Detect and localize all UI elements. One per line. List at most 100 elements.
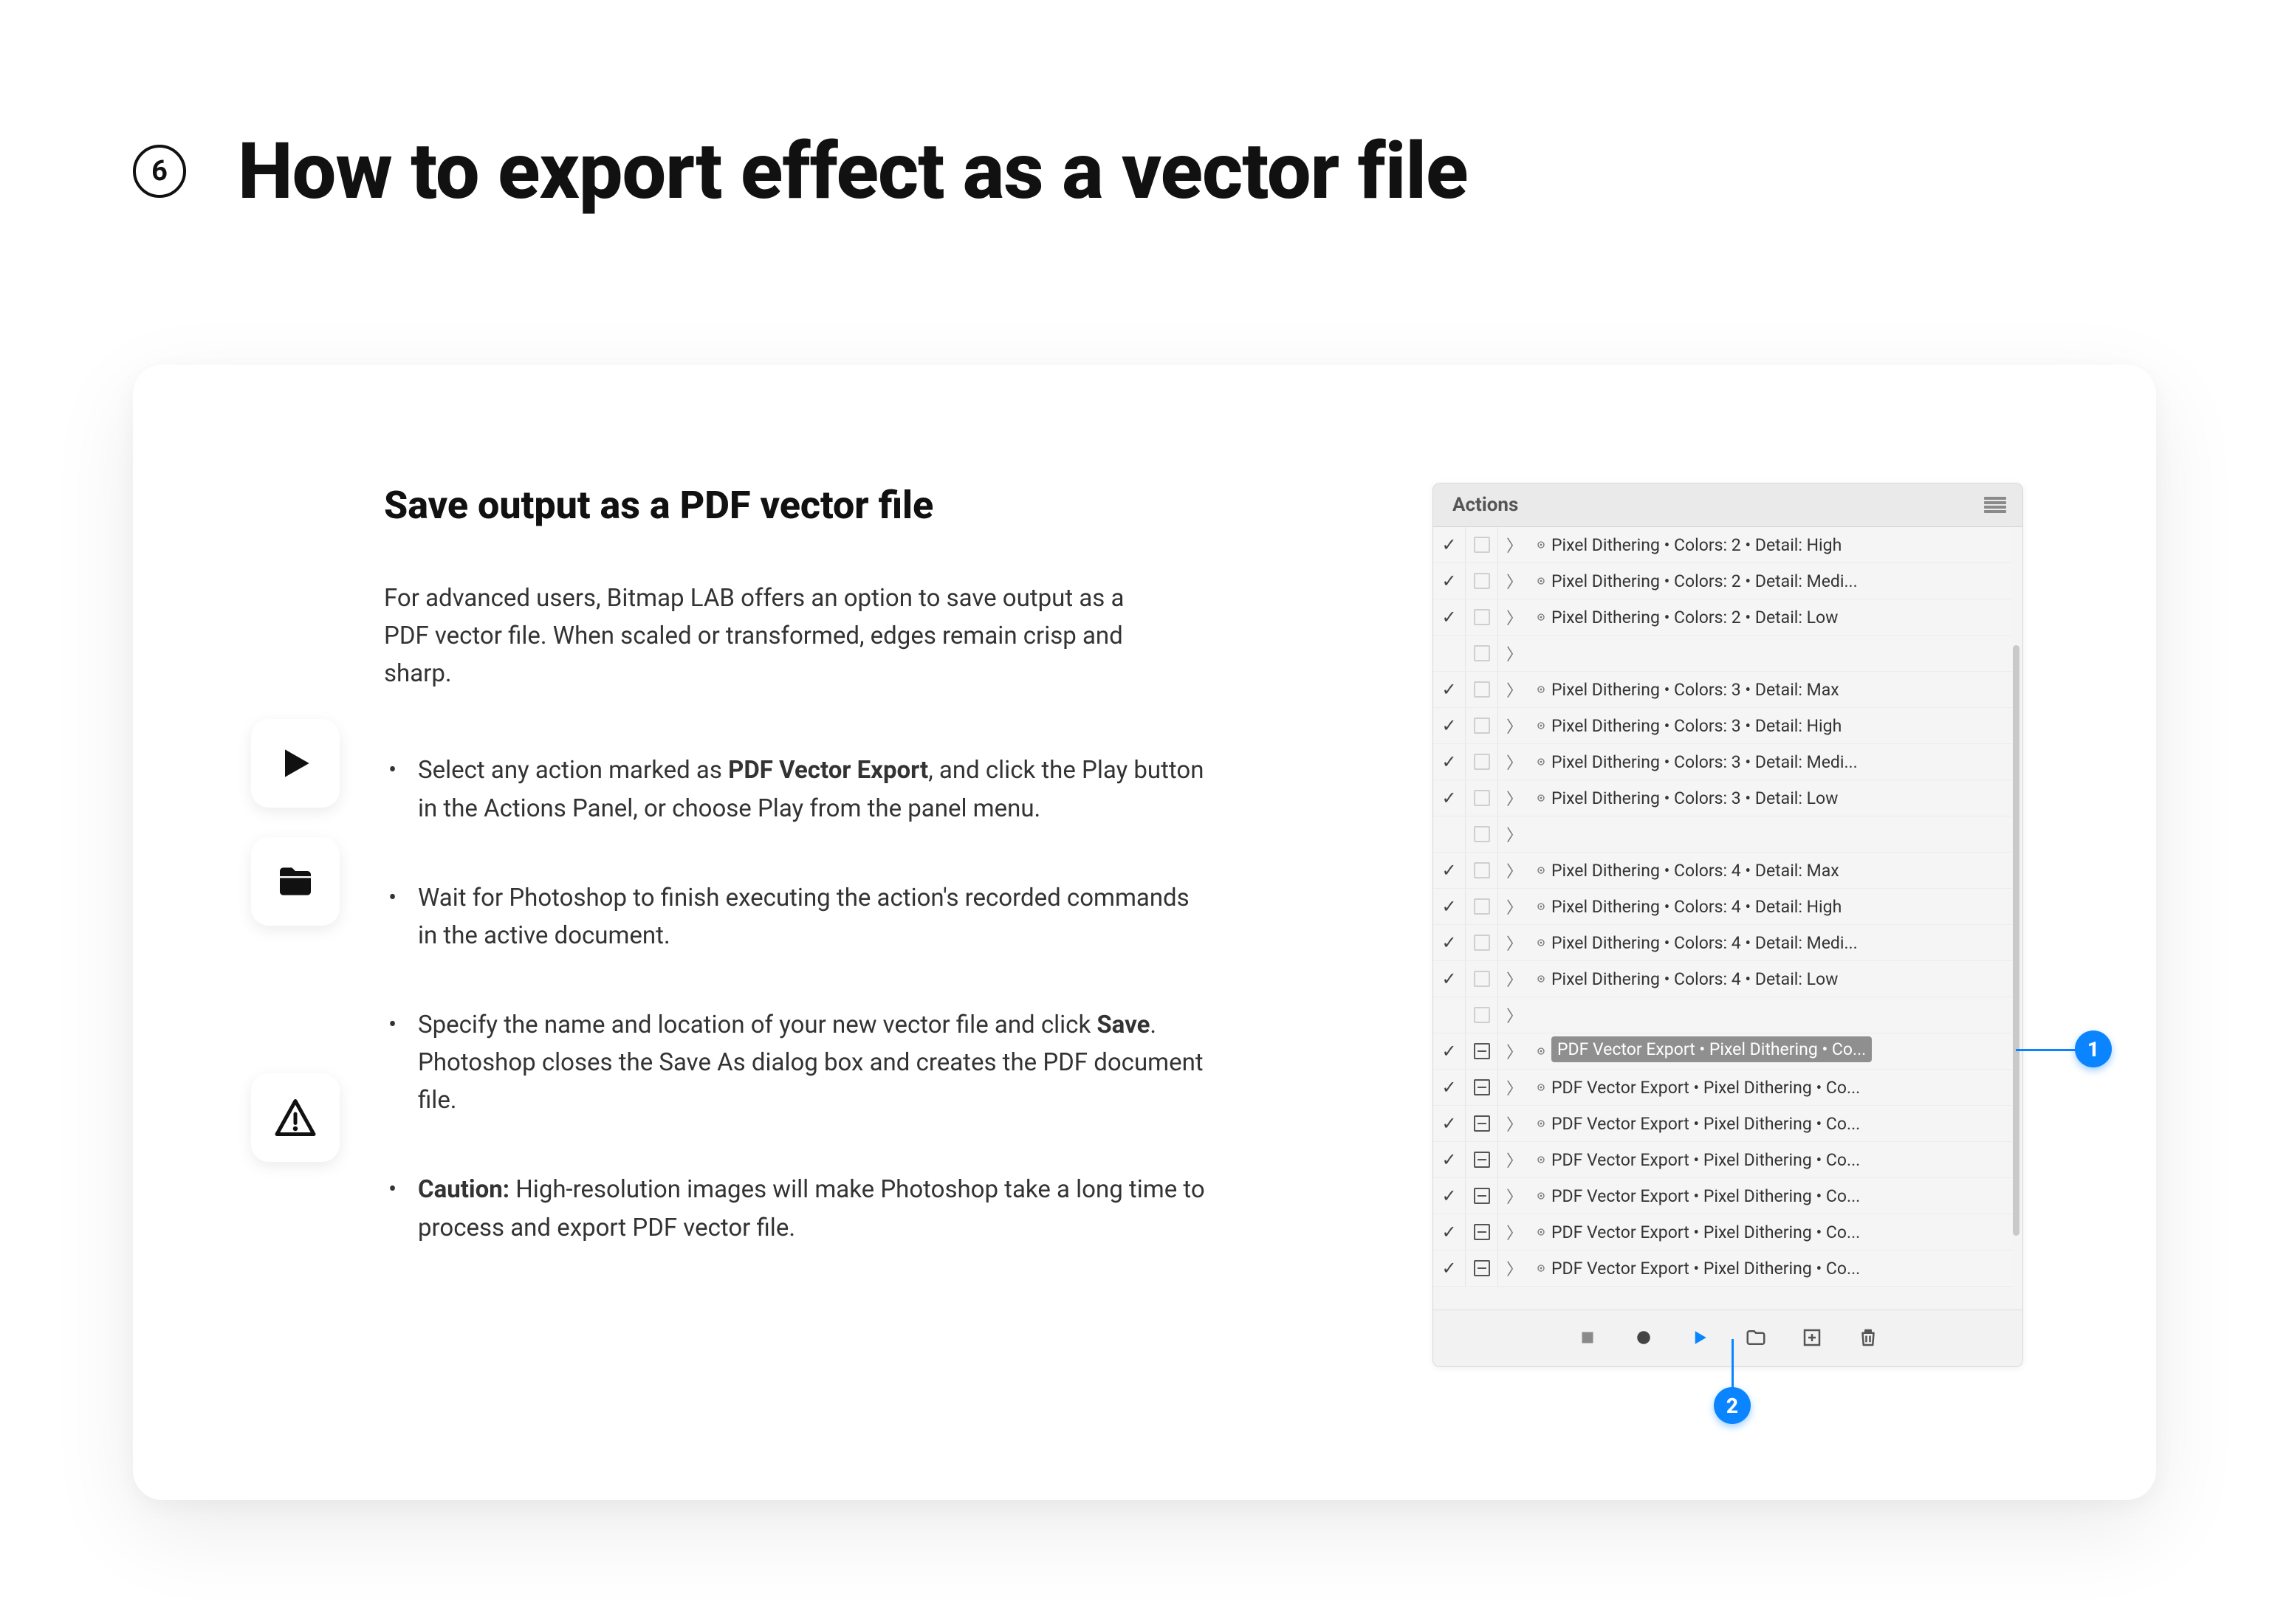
callout-badge-2: 2	[1714, 1387, 1751, 1424]
chevron-right-icon[interactable]: 〉	[1498, 822, 1531, 846]
action-row[interactable]: ✓ 〉 Pixel Dithering • Colors: 3 • Detail: …	[1433, 708, 2012, 744]
dialog-toggle[interactable]	[1466, 708, 1498, 743]
dialog-toggle[interactable]	[1466, 925, 1498, 960]
chevron-right-icon[interactable]: 〉	[1498, 931, 1531, 954]
dialog-toggle[interactable]	[1466, 1106, 1498, 1141]
dialog-toggle[interactable]	[1466, 1250, 1498, 1286]
chevron-right-icon[interactable]: 〉	[1498, 714, 1531, 737]
action-target-icon	[1531, 1114, 1551, 1134]
toggle-check[interactable]: ✓	[1433, 1214, 1466, 1250]
record-button[interactable]	[1631, 1325, 1656, 1350]
action-row[interactable]: ✓ 〉 PDF Vector Export • Pixel Dithering • …	[1433, 1178, 2012, 1214]
delete-button[interactable]	[1856, 1325, 1881, 1350]
dialog-toggle[interactable]	[1466, 563, 1498, 599]
chevron-right-icon[interactable]: 〉	[1498, 1039, 1531, 1063]
chevron-right-icon[interactable]: 〉	[1498, 1148, 1531, 1171]
chevron-right-icon[interactable]: 〉	[1498, 1076, 1531, 1099]
action-row[interactable]: ✓〉Pixel Dithering • Colors: 3 • Detail: …	[1433, 672, 2012, 708]
dialog-toggle[interactable]	[1466, 1070, 1498, 1105]
action-row[interactable]: ✓〉PDF Vector Export • Pixel Dithering • …	[1433, 1142, 2012, 1178]
dialog-toggle[interactable]	[1466, 961, 1498, 997]
action-row[interactable]: ✓〉PDF Vector Export • Pixel Dithering • …	[1433, 1033, 2012, 1070]
action-row[interactable]: ✓〉Pixel Dithering • Colors: 2 • Detail: …	[1433, 599, 2012, 636]
chevron-right-icon[interactable]: 〉	[1498, 569, 1531, 593]
toggle-check[interactable]: ✓	[1433, 1106, 1466, 1141]
action-row[interactable]: ✓〉PDF Vector Export • Pixel Dithering • …	[1433, 1214, 2012, 1250]
chevron-right-icon[interactable]: 〉	[1498, 750, 1531, 774]
chevron-right-icon[interactable]: 〉	[1498, 967, 1531, 991]
toggle-check[interactable]: ✓	[1433, 780, 1466, 816]
chevron-right-icon[interactable]: 〉	[1498, 859, 1531, 882]
dialog-toggle[interactable]	[1466, 599, 1498, 635]
toggle-check[interactable]: ✓	[1433, 961, 1466, 997]
action-row[interactable]: ✓〉PDF Vector Export • Pixel Dithering • …	[1433, 1250, 2012, 1287]
action-row[interactable]: ✓〉Pixel Dithering • Colors: 4 • Detail: …	[1433, 853, 2012, 889]
chevron-right-icon[interactable]: 〉	[1498, 1184, 1531, 1208]
stop-button[interactable]	[1575, 1325, 1600, 1350]
toggle-check[interactable]: ✓	[1433, 853, 1466, 888]
new-action-button[interactable]	[1799, 1325, 1825, 1350]
dialog-toggle[interactable]	[1466, 889, 1498, 924]
toggle-check[interactable]: ✓	[1433, 1142, 1466, 1177]
chevron-right-icon[interactable]: 〉	[1498, 786, 1531, 810]
chevron-right-icon[interactable]: 〉	[1498, 678, 1531, 701]
play-button[interactable]	[1687, 1325, 1712, 1350]
toggle-check[interactable]: ✓	[1433, 599, 1466, 635]
scrollbar[interactable]	[2013, 645, 2019, 1236]
toggle-check[interactable]	[1433, 997, 1466, 1033]
chevron-right-icon[interactable]: 〉	[1498, 1003, 1531, 1027]
step-item-3: Specify the name and location of your ne…	[384, 1006, 1211, 1119]
dialog-toggle[interactable]	[1466, 1033, 1498, 1069]
chevron-right-icon[interactable]: 〉	[1498, 533, 1531, 557]
toggle-check[interactable]	[1433, 636, 1466, 671]
action-row[interactable]: ✓〉Pixel Dithering • Colors: 3 • Detail: …	[1433, 744, 2012, 780]
chevron-right-icon[interactable]: 〉	[1498, 641, 1531, 665]
dialog-toggle[interactable]	[1466, 744, 1498, 780]
action-target-icon	[1531, 608, 1551, 627]
chevron-right-icon[interactable]: 〉	[1498, 895, 1531, 918]
toggle-check[interactable]: ✓	[1433, 563, 1466, 599]
action-row[interactable]: ✓〉PDF Vector Export • Pixel Dithering • …	[1433, 1106, 2012, 1142]
chevron-right-icon[interactable]: 〉	[1498, 1220, 1531, 1244]
action-row[interactable]: ✓〉Pixel Dithering • Colors: 2 • Detail: …	[1433, 563, 2012, 599]
step-text: High-resolution images will make Photosh…	[418, 1175, 1205, 1242]
dialog-toggle[interactable]	[1466, 1214, 1498, 1250]
dialog-toggle[interactable]	[1466, 816, 1498, 852]
toggle-check[interactable]: ✓	[1433, 1250, 1466, 1286]
action-row[interactable]: ✓〉PDF Vector Export • Pixel Dithering • …	[1433, 1070, 2012, 1106]
action-label: Pixel Dithering • Colors: 3 • Detail: Hi…	[1551, 716, 2012, 736]
toggle-check[interactable]: ✓	[1433, 527, 1466, 562]
toggle-check[interactable]: ✓	[1433, 744, 1466, 780]
toggle-check[interactable]: ✓	[1433, 1178, 1466, 1214]
chevron-right-icon[interactable]: 〉	[1498, 1256, 1531, 1280]
toggle-check[interactable]	[1433, 816, 1466, 852]
chevron-right-icon[interactable]: 〉	[1498, 605, 1531, 629]
dialog-toggle[interactable]	[1466, 1178, 1498, 1214]
action-row[interactable]: ✓〉Pixel Dithering • Colors: 4 • Detail: …	[1433, 925, 2012, 961]
dialog-toggle[interactable]	[1466, 853, 1498, 888]
dialog-toggle[interactable]	[1466, 672, 1498, 707]
toggle-check[interactable]: ✓	[1433, 672, 1466, 707]
toggle-check[interactable]: ✓	[1433, 1070, 1466, 1105]
dialog-toggle[interactable]	[1466, 527, 1498, 562]
step-strong: Save	[1097, 1011, 1150, 1039]
toggle-check[interactable]: ✓	[1433, 1033, 1466, 1069]
dialog-toggle[interactable]	[1466, 780, 1498, 816]
new-set-button[interactable]	[1743, 1325, 1768, 1350]
panel-menu-icon[interactable]	[1984, 497, 2006, 513]
action-target-icon	[1531, 1150, 1551, 1170]
action-row[interactable]: ✓〉Pixel Dithering • Colors: 4 • Detail: …	[1433, 889, 2012, 925]
action-target-icon	[1531, 680, 1551, 700]
action-label: PDF Vector Export • Pixel Dithering • Co…	[1551, 1186, 2012, 1206]
action-row[interactable]: ✓〉Pixel Dithering • Colors: 3 • Detail: …	[1433, 780, 2012, 816]
toggle-check[interactable]: ✓	[1433, 925, 1466, 960]
chevron-right-icon[interactable]: 〉	[1498, 1112, 1531, 1135]
dialog-toggle[interactable]	[1466, 1142, 1498, 1177]
action-target-icon	[1531, 535, 1551, 555]
action-row[interactable]: ✓〉Pixel Dithering • Colors: 4 • Detail: …	[1433, 961, 2012, 997]
toggle-check[interactable]: ✓	[1433, 889, 1466, 924]
dialog-toggle[interactable]	[1466, 997, 1498, 1033]
toggle-check[interactable]: ✓	[1433, 708, 1466, 743]
action-row[interactable]: ✓〉Pixel Dithering • Colors: 2 • Detail: …	[1433, 527, 2012, 563]
dialog-toggle[interactable]	[1466, 636, 1498, 671]
